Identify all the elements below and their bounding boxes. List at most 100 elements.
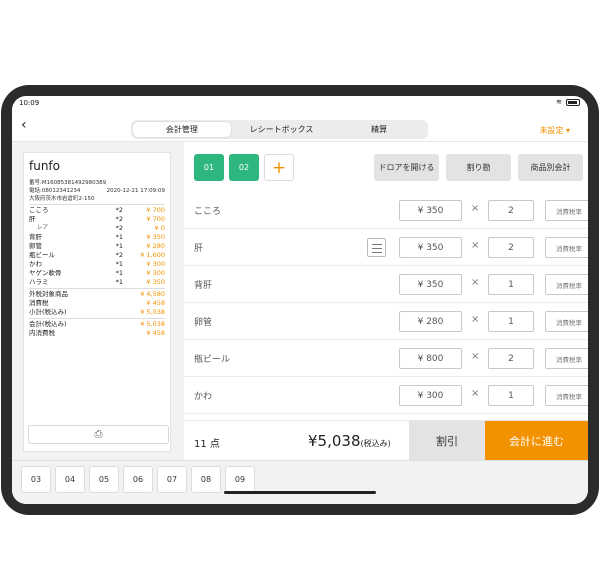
status-bar: 10:09 ≋ — [12, 96, 588, 110]
receipt-item: 背肝 *1 ¥ 350 — [29, 233, 165, 242]
receipt-item-qty: *1 — [115, 269, 123, 277]
order-item-list: こころ ¥ 350 × 2 消費税率 肝 ¥ 350 × 2 消費税率 背肝 ¥… — [184, 192, 588, 422]
receipt-item-name: こころ — [29, 206, 49, 214]
receipt-item-name: ハラミ — [29, 278, 49, 286]
receipt-item: ハラミ *1 ¥ 350 — [29, 278, 165, 287]
tax-rate-button[interactable]: 消費税率 — [545, 348, 588, 369]
order-total: ¥5,038(税込み) — [308, 432, 391, 450]
home-indicator — [224, 491, 376, 494]
price-field[interactable]: ¥ 280 — [399, 311, 462, 332]
table-tab-03[interactable]: 03 — [21, 466, 51, 493]
receipt-item-price: ¥ 350 — [146, 233, 165, 241]
item-name: こころ — [194, 207, 222, 217]
quantity-field[interactable]: 2 — [488, 200, 534, 221]
order-row: 卵管 ¥ 280 × 1 消費税率 — [184, 303, 588, 340]
receipt-phone-line: 電話:08012341234 2020-12-21 17:09:09 — [29, 187, 165, 195]
header: ‹ 会計管理 レシートボックス 精算 未設定 ▾ — [12, 110, 588, 142]
screen: 10:09 ≋ ‹ 会計管理 レシートボックス 精算 未設定 ▾ funfo 番… — [12, 96, 588, 504]
receipt-item: ヤゲン軟骨 *1 ¥ 300 — [29, 269, 165, 278]
receipt-item-qty: *1 — [115, 242, 123, 250]
receipt-item-price: ¥ 280 — [146, 242, 165, 250]
order-tab-01[interactable]: 01 — [194, 154, 224, 181]
receipt-datetime: 2020-12-21 17:09:09 — [106, 188, 165, 194]
receipt-item-price: ¥ 1,600 — [140, 251, 165, 259]
receipt-total-value: ¥ 5,038 — [140, 320, 165, 328]
receipt-item: かわ *1 ¥ 300 — [29, 260, 165, 269]
discount-button[interactable]: 割引 — [409, 421, 485, 461]
table-tab-05[interactable]: 05 — [89, 466, 119, 493]
tablet-frame: 10:09 ≋ ‹ 会計管理 レシートボックス 精算 未設定 ▾ funfo 番… — [1, 85, 599, 515]
unset-dropdown[interactable]: 未設定 ▾ — [539, 125, 570, 136]
open-drawer-button[interactable]: ドロアを開ける — [374, 154, 439, 181]
receipt-item-name: ヤゲン軟骨 — [29, 269, 62, 277]
receipt-item-name: かわ — [29, 260, 42, 268]
price-field[interactable]: ¥ 350 — [399, 237, 462, 258]
receipt-item-qty: *1 — [115, 260, 123, 268]
receipt-total-value: ¥ 4,580 — [140, 290, 165, 298]
receipt-item-qty: *2 — [115, 224, 123, 232]
quantity-field[interactable]: 1 — [488, 385, 534, 406]
segment-receipt-box[interactable]: レシートボックス — [233, 120, 331, 139]
tax-rate-button[interactable]: 消費税率 — [545, 385, 588, 406]
price-field[interactable]: ¥ 300 — [399, 385, 462, 406]
price-field[interactable]: ¥ 350 — [399, 274, 462, 295]
receipt-brand: funfo — [29, 159, 61, 173]
tax-rate-button[interactable]: 消費税率 — [545, 274, 588, 295]
quantity-field[interactable]: 2 — [488, 237, 534, 258]
table-tab-09[interactable]: 09 — [225, 466, 255, 493]
add-tab-button[interactable]: + — [264, 154, 294, 181]
receipt-number: 番号:M160853814929803​89 — [29, 180, 107, 186]
order-row: 背肝 ¥ 350 × 1 消費税率 — [184, 266, 588, 303]
table-tab-06[interactable]: 06 — [123, 466, 153, 493]
receipt-item-qty: *2 — [115, 251, 123, 259]
multiply-sign: × — [471, 351, 480, 362]
multiply-sign: × — [471, 314, 480, 325]
tax-rate-button[interactable]: 消費税率 — [545, 200, 588, 221]
quantity-field[interactable]: 1 — [488, 311, 534, 332]
order-tab-02[interactable]: 02 — [229, 154, 259, 181]
quantity-field[interactable]: 1 — [488, 274, 534, 295]
segment-settlement[interactable]: 精算 — [330, 120, 428, 139]
divider — [29, 288, 165, 289]
memo-icon[interactable] — [367, 238, 386, 257]
itemized-checkout-button[interactable]: 商品別会計 — [518, 154, 583, 181]
back-button[interactable]: ‹ — [21, 117, 27, 133]
receipt-item-option: レア *2 ¥ 0 — [29, 224, 165, 233]
print-button[interactable]: ⎙ — [28, 425, 169, 444]
receipt-total-row: 消費税 ¥ 458 — [29, 299, 165, 308]
multiply-sign: × — [471, 203, 480, 214]
receipt-total-value: ¥ 458 — [146, 299, 165, 307]
receipt-item-qty: *1 — [115, 233, 123, 241]
receipt-item-qty: *2 — [115, 206, 123, 214]
status-time: 10:09 — [19, 99, 40, 107]
split-bill-button[interactable]: 割り勘 — [446, 154, 511, 181]
table-tab-08[interactable]: 08 — [191, 466, 221, 493]
divider — [29, 204, 165, 205]
table-tabs-bar: 03 04 05 06 07 08 09 — [12, 460, 588, 504]
price-field[interactable]: ¥ 350 — [399, 200, 462, 221]
receipt-item: 瓶ビール *2 ¥ 1,600 — [29, 251, 165, 260]
price-field[interactable]: ¥ 800 — [399, 348, 462, 369]
receipt-total-row: 外税対象商品 ¥ 4,580 — [29, 290, 165, 299]
receipt-info: 番号:M160853814929803​89 電話:08012341234 20… — [29, 179, 165, 203]
receipt-total-row: 内消費税 ¥ 458 — [29, 329, 165, 338]
receipt-panel: funfo 番号:M160853814929803​89 電話:08012341… — [12, 142, 184, 460]
receipt-item-name: 瓶ビール — [29, 251, 55, 259]
receipt-total-value: ¥ 458 — [146, 329, 165, 337]
order-row: かわ ¥ 300 × 1 消費税率 — [184, 377, 588, 414]
order-footer: 11 点 ¥5,038(税込み) 割引 会計に進む — [184, 420, 588, 461]
table-tab-04[interactable]: 04 — [55, 466, 85, 493]
divider — [29, 318, 165, 319]
receipt-phone: 電話:08012341234 — [29, 188, 81, 194]
table-tab-07[interactable]: 07 — [157, 466, 187, 493]
receipt-address: 大阪府茨木市岩倉町2-150 — [29, 196, 95, 202]
receipt-total-row: 会計(税込み) ¥ 5,038 — [29, 320, 165, 329]
segment-accounting[interactable]: 会計管理 — [133, 122, 231, 137]
order-row: 肝 ¥ 350 × 2 消費税率 — [184, 229, 588, 266]
receipt-total-value: ¥ 5,038 — [140, 308, 165, 316]
printer-icon: ⎙ — [94, 429, 103, 440]
tax-rate-button[interactable]: 消費税率 — [545, 311, 588, 332]
proceed-to-checkout-button[interactable]: 会計に進む — [485, 421, 588, 461]
quantity-field[interactable]: 2 — [488, 348, 534, 369]
tax-rate-button[interactable]: 消費税率 — [545, 237, 588, 258]
